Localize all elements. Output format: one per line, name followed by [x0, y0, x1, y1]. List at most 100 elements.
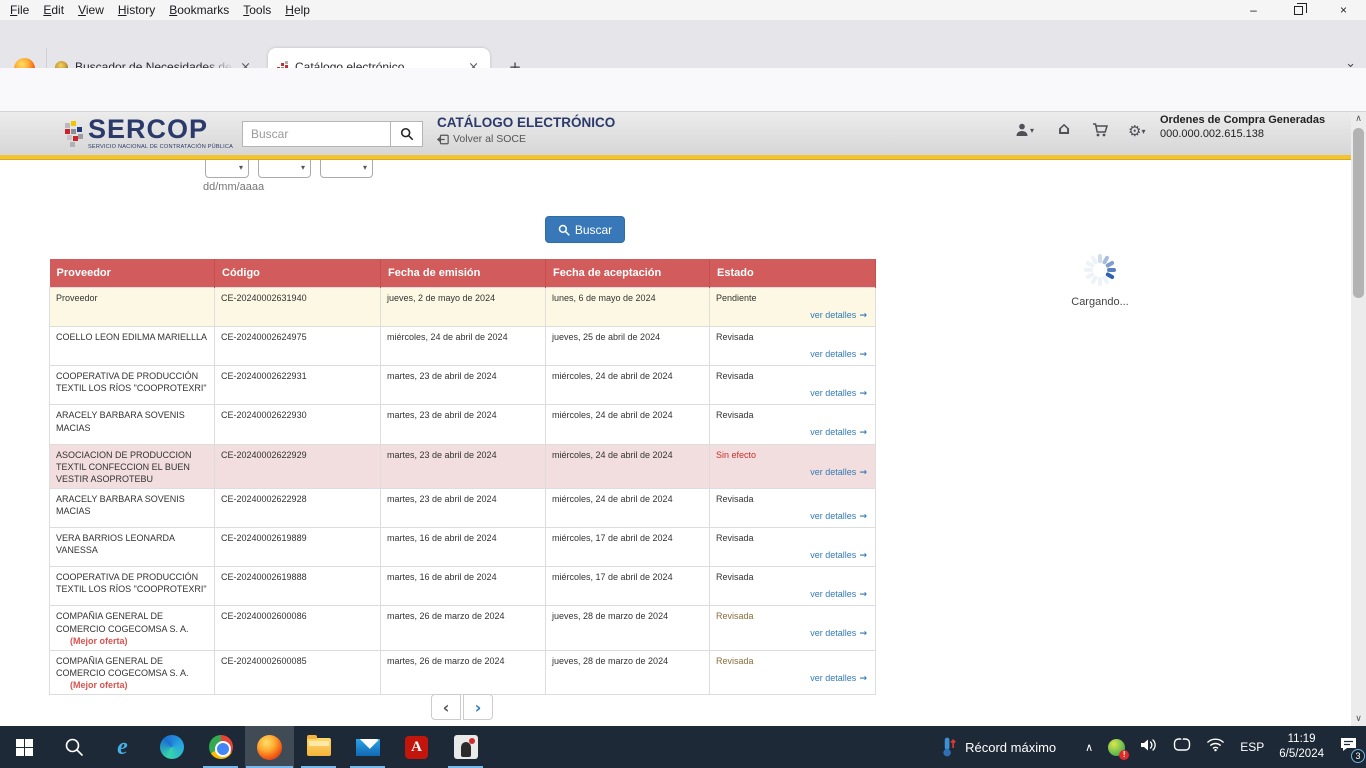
- cell-proveedor: VERA BARRIOS LEONARDA VANESSA: [50, 528, 215, 567]
- cell-estado: Pendientever detalles →: [710, 288, 876, 327]
- start-button[interactable]: [0, 726, 49, 768]
- menu-view[interactable]: View: [78, 3, 104, 17]
- cell-fecha-emision: martes, 26 de marzo de 2024: [381, 606, 546, 650]
- cell-proveedor: COOPERATIVA DE PRODUCCIÓN TEXTIL LOS RÍO…: [50, 567, 215, 606]
- proveedor-name: COMPAÑIA GENERAL DE COMERCIO COGECOMSA S…: [56, 611, 189, 633]
- wifi-icon[interactable]: [1206, 737, 1225, 757]
- scroll-down-icon[interactable]: ∨: [1351, 714, 1366, 724]
- next-page-button[interactable]: ›: [463, 694, 493, 720]
- cart-icon[interactable]: [1092, 122, 1109, 138]
- taskbar-search-button[interactable]: [49, 726, 98, 768]
- notification-center[interactable]: 3: [1339, 736, 1358, 758]
- cell-estado: Revisadaver detalles →: [710, 650, 876, 694]
- taskbar-mail-button[interactable]: [343, 726, 392, 768]
- weather-widget[interactable]: Récord máximo: [941, 736, 1056, 758]
- clock[interactable]: 11:19 6/5/2024: [1279, 732, 1324, 762]
- cell-fecha-emision: martes, 16 de abril de 2024: [381, 567, 546, 606]
- ver-detalles-link[interactable]: ver detalles: [810, 310, 856, 320]
- mejor-oferta-label: (Mejor oferta): [70, 636, 128, 646]
- language-indicator[interactable]: ESP: [1240, 740, 1264, 754]
- taskbar-edge-button[interactable]: [147, 726, 196, 768]
- taskbar-acrobat-button[interactable]: A: [392, 726, 441, 768]
- ver-detalles-link[interactable]: ver detalles: [810, 673, 856, 683]
- ver-detalles-link[interactable]: ver detalles: [810, 589, 856, 599]
- sercop-logo[interactable]: SERCOP SERVICIO NACIONAL DE CONTRATACIÓN…: [62, 116, 233, 150]
- proveedor-name: COOPERATIVA DE PRODUCCIÓN TEXTIL LOS RÍO…: [56, 572, 207, 594]
- table-row: COELLO LEON EDILMA MARIELLLACE-202400026…: [50, 327, 876, 366]
- volume-icon[interactable]: [1140, 737, 1158, 758]
- menu-history[interactable]: History: [118, 3, 155, 17]
- proveedor-name: COOPERATIVA DE PRODUCCIÓN TEXTIL LOS RÍO…: [56, 371, 207, 393]
- close-window-button[interactable]: ×: [1321, 0, 1366, 20]
- prev-page-button[interactable]: ‹: [431, 694, 461, 720]
- thermometer-icon: [941, 736, 956, 758]
- header-search-button[interactable]: [390, 121, 423, 147]
- gear-icon: ⚙: [1128, 122, 1141, 140]
- scrollbar-thumb[interactable]: [1353, 128, 1364, 298]
- windows-taskbar: e A Récord máximo ∧ ESP 11:19 6/5/2024: [0, 726, 1366, 768]
- site-header: SERCOP SERVICIO NACIONAL DE CONTRATACIÓN…: [0, 112, 1351, 155]
- cell-proveedor: ARACELY BARBARA SOVENIS MACIAS: [50, 405, 215, 444]
- menu-edit[interactable]: Edit: [43, 3, 64, 17]
- cell-fecha-aceptacion: miércoles, 24 de abril de 2024: [546, 488, 710, 527]
- menu-tools[interactable]: Tools: [243, 3, 271, 17]
- notification-badge: 3: [1351, 749, 1365, 763]
- header-search: [242, 121, 423, 147]
- status-text: Revisada: [716, 493, 869, 507]
- status-text: Revisada: [716, 532, 869, 546]
- taskbar-firefox-button[interactable]: [245, 726, 294, 768]
- menu-help[interactable]: Help: [285, 3, 310, 17]
- volver-soce-link[interactable]: Volver al SOCE: [437, 133, 526, 145]
- cell-codigo: CE-20240002622930: [215, 405, 381, 444]
- nav-toolbar: ← → ↻ https://catalogo.compraspublicas.g…: [0, 68, 1366, 112]
- buscar-button[interactable]: Buscar: [545, 216, 625, 243]
- ver-detalles-link[interactable]: ver detalles: [810, 349, 856, 359]
- cell-estado: Revisadaver detalles →: [710, 366, 876, 405]
- page-title: CATÁLOGO ELECTRÓNICO: [437, 115, 615, 130]
- ver-detalles-link[interactable]: ver detalles: [810, 628, 856, 638]
- ver-detalles-link[interactable]: ver detalles: [810, 427, 856, 437]
- col-fecha-aceptacion: Fecha de aceptación: [546, 259, 710, 288]
- cell-proveedor: COOPERATIVA DE PRODUCCIÓN TEXTIL LOS RÍO…: [50, 366, 215, 405]
- header-search-input[interactable]: [242, 121, 390, 147]
- user-menu[interactable]: ▾: [1014, 122, 1034, 138]
- taskbar-chrome-button[interactable]: [196, 726, 245, 768]
- taskbar-app-button[interactable]: [441, 726, 490, 768]
- restore-icon: [1294, 6, 1303, 15]
- vertical-scrollbar[interactable]: ∧ ∨: [1351, 112, 1366, 726]
- ver-detalles-link[interactable]: ver detalles: [810, 388, 856, 398]
- cell-proveedor: Proveedor: [50, 288, 215, 327]
- loading-label: Cargando...: [1040, 296, 1160, 308]
- ver-detalles-link[interactable]: ver detalles: [810, 511, 856, 521]
- meet-now-icon[interactable]: [1173, 737, 1191, 758]
- status-text: Revisada: [716, 610, 869, 624]
- date: 6/5/2024: [1279, 747, 1324, 762]
- scroll-up-icon[interactable]: ∧: [1351, 114, 1366, 124]
- cell-estado: Revisadaver detalles →: [710, 606, 876, 650]
- arrow-right-icon: →: [856, 512, 867, 522]
- settings-menu[interactable]: ⚙ ▾: [1128, 122, 1145, 140]
- home-icon[interactable]: ⌂: [1058, 119, 1070, 139]
- restore-button[interactable]: [1276, 0, 1321, 20]
- table-row: COMPAÑIA GENERAL DE COMERCIO COGECOMSA S…: [50, 606, 876, 650]
- table-row: ARACELY BARBARA SOVENIS MACIASCE-2024000…: [50, 488, 876, 527]
- proveedor-name: ASOCIACION DE PRODUCCION TEXTIL CONFECCI…: [56, 450, 192, 484]
- cell-fecha-emision: martes, 23 de abril de 2024: [381, 488, 546, 527]
- ver-detalles-link[interactable]: ver detalles: [810, 550, 856, 560]
- menu-file[interactable]: File: [10, 3, 29, 17]
- security-status-icon[interactable]: [1108, 739, 1125, 756]
- ver-detalles-link[interactable]: ver detalles: [810, 467, 856, 477]
- menu-bookmarks[interactable]: Bookmarks: [169, 3, 229, 17]
- arrow-right-icon: →: [856, 551, 867, 561]
- mail-icon: [356, 739, 380, 756]
- taskbar-ie-button[interactable]: e: [98, 726, 147, 768]
- minimize-button[interactable]: –: [1231, 0, 1276, 20]
- session-id: 000.000.002.615.138: [1160, 128, 1325, 140]
- arrow-right-icon: →: [856, 674, 867, 684]
- status-text: Revisada: [716, 571, 869, 585]
- caret-down-icon: ▾: [1141, 127, 1145, 136]
- taskbar-explorer-button[interactable]: [294, 726, 343, 768]
- brand-subtitle: SERVICIO NACIONAL DE CONTRATACIÓN PÚBLIC…: [88, 144, 233, 150]
- cell-codigo: CE-20240002622931: [215, 366, 381, 405]
- tray-chevron-icon[interactable]: ∧: [1085, 741, 1093, 754]
